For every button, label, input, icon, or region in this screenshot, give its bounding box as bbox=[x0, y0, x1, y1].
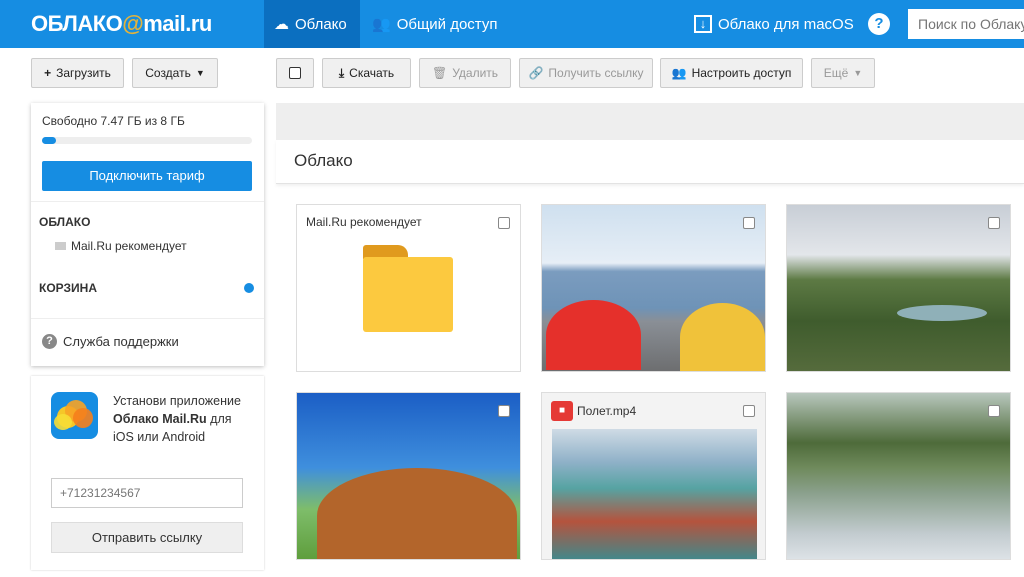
storage-text: Свободно 7.47 ГБ из 8 ГБ bbox=[42, 114, 185, 128]
tariff-button[interactable]: Подключить тариф bbox=[42, 161, 252, 191]
desktop-app-link[interactable]: ↓ Облако для macOS bbox=[684, 0, 864, 48]
link-icon: 🔗 bbox=[528, 66, 544, 80]
plus-icon: + bbox=[44, 66, 52, 80]
send-link-button[interactable]: Отправить ссылку bbox=[51, 522, 243, 553]
desktop-app-label: Облако для macOS bbox=[718, 15, 854, 33]
cloud-heading[interactable]: ОБЛАКО bbox=[39, 215, 90, 229]
image-tile[interactable] bbox=[786, 204, 1011, 372]
more-button[interactable]: Ещё ▼ bbox=[811, 58, 875, 88]
get-link-button[interactable]: 🔗 Получить ссылку bbox=[519, 58, 653, 88]
page-title: Облако bbox=[276, 140, 1024, 184]
header: ОБЛАКО@mail.ru ☁ Облако 👥 Общий доступ ↓ Об… bbox=[0, 0, 1024, 48]
users-icon: 👥 bbox=[372, 16, 391, 33]
caret-down-icon: ▼ bbox=[195, 68, 205, 78]
status-dot bbox=[244, 283, 254, 293]
configure-access-button[interactable]: 👥 Настроить доступ bbox=[660, 58, 803, 88]
question-icon: ? bbox=[42, 334, 57, 349]
upload-button[interactable]: + Загрузить bbox=[31, 58, 124, 88]
image-tile[interactable] bbox=[786, 392, 1011, 560]
support-label: Служба поддержки bbox=[63, 334, 179, 349]
tile-checkbox[interactable] bbox=[988, 217, 1000, 229]
promo-text: Установи приложение Облако Mail.Ru для i… bbox=[113, 394, 241, 444]
tile-checkbox[interactable] bbox=[743, 405, 755, 417]
storage-bar bbox=[42, 137, 252, 144]
create-button[interactable]: Создать ▼ bbox=[132, 58, 218, 88]
tile-label: Mail.Ru рекомендует bbox=[306, 215, 422, 229]
more-label: Ещё bbox=[823, 66, 849, 80]
tile-label: Полет.mp4 bbox=[577, 404, 637, 418]
folder-tile[interactable]: Mail.Ru рекомендует bbox=[296, 204, 521, 372]
tile-checkbox[interactable] bbox=[498, 217, 510, 229]
image-tile[interactable] bbox=[541, 204, 766, 372]
trash-icon: 🗑 bbox=[431, 66, 448, 80]
upload-label: Загрузить bbox=[56, 66, 111, 80]
trash-heading[interactable]: КОРЗИНА bbox=[39, 281, 97, 295]
app-icon bbox=[51, 392, 98, 439]
tab-label: Облако bbox=[295, 15, 347, 33]
image-tile[interactable] bbox=[296, 392, 521, 560]
create-label: Создать bbox=[145, 66, 191, 80]
folder-label: Mail.Ru рекомендует bbox=[71, 239, 187, 253]
download-button[interactable]: ⤓ Скачать bbox=[322, 58, 411, 88]
logo[interactable]: ОБЛАКО@mail.ru bbox=[31, 11, 212, 37]
storage-bar-fill bbox=[42, 137, 56, 144]
folder-icon bbox=[55, 242, 66, 250]
get-link-label: Получить ссылку bbox=[548, 66, 644, 80]
tile-checkbox[interactable] bbox=[988, 405, 1000, 417]
sidebar-folder-item[interactable]: Mail.Ru рекомендует bbox=[55, 239, 187, 253]
download-label: Скачать bbox=[349, 66, 395, 80]
tab-label: Общий доступ bbox=[396, 15, 498, 33]
sidebar: Свободно 7.47 ГБ из 8 ГБ Подключить тари… bbox=[31, 103, 264, 366]
video-thumbnail bbox=[552, 429, 757, 559]
breadcrumb-bar bbox=[276, 103, 1024, 140]
cloud-icon: ☁ bbox=[274, 16, 289, 33]
help-icon[interactable]: ? bbox=[868, 13, 890, 35]
download-icon: ↓ bbox=[694, 15, 712, 33]
search-input[interactable] bbox=[908, 9, 1024, 39]
tab-cloud[interactable]: ☁ Облако bbox=[264, 0, 360, 48]
video-tile[interactable]: ■ Полет.mp4 bbox=[541, 392, 766, 560]
download-icon: ⤓ bbox=[338, 65, 345, 80]
checkbox-icon bbox=[289, 67, 301, 79]
app-promo: Установи приложение Облако Mail.Ru для i… bbox=[31, 376, 264, 570]
caret-down-icon: ▼ bbox=[853, 68, 863, 78]
support-link[interactable]: ? Служба поддержки bbox=[42, 334, 179, 349]
access-label: Настроить доступ bbox=[691, 66, 792, 80]
tab-shared[interactable]: 👥 Общий доступ bbox=[362, 0, 507, 48]
delete-label: Удалить bbox=[452, 66, 499, 80]
delete-button[interactable]: 🗑 Удалить bbox=[419, 58, 511, 88]
tile-checkbox[interactable] bbox=[498, 405, 510, 417]
tile-checkbox[interactable] bbox=[743, 217, 755, 229]
select-all-checkbox[interactable] bbox=[276, 58, 314, 88]
video-icon: ■ bbox=[551, 401, 573, 421]
users-icon: 👥 bbox=[671, 66, 687, 80]
phone-input[interactable] bbox=[51, 478, 243, 508]
